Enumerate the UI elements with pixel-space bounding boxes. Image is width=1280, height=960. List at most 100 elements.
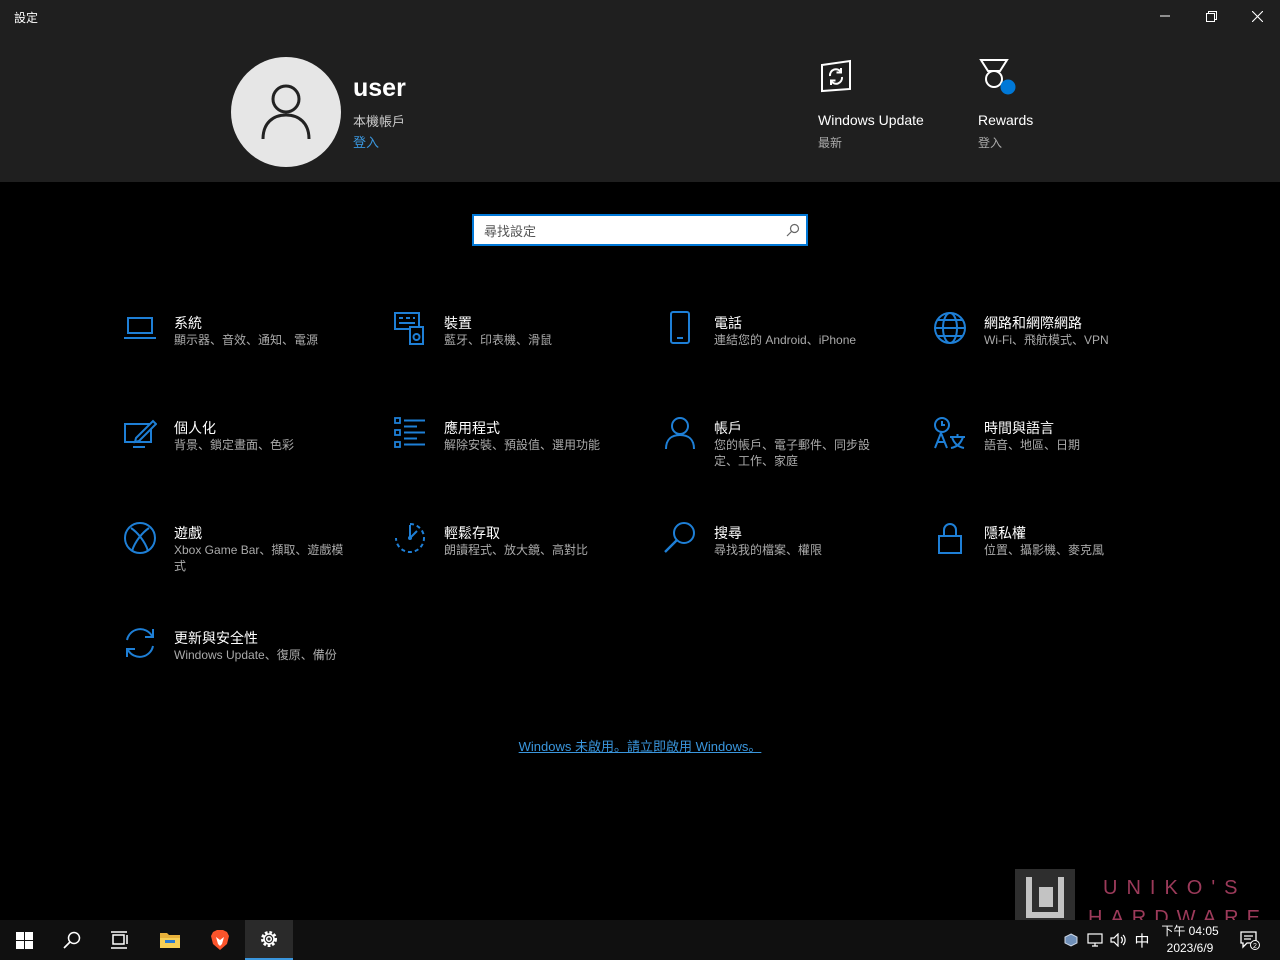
account-header: user 本機帳戶 登入 Windows Update 最新 Rewards 登… [0, 32, 1280, 182]
category-description: 顯示器、音效、通知、電源 [174, 333, 319, 347]
task-view-button[interactable] [96, 920, 144, 960]
windows-logo-icon [15, 931, 33, 949]
category-name: 裝置 [444, 315, 472, 331]
search-icon [786, 223, 800, 237]
account-name: user [353, 74, 406, 102]
ime-indicator[interactable]: 中 [1131, 920, 1153, 960]
taskbar-clock[interactable]: 下午 04:05 2023/6/9 [1152, 923, 1228, 957]
windows-update-status: 最新 [818, 136, 843, 150]
category-update-security[interactable]: 更新與安全性 Windows Update、復原、備份 [123, 626, 373, 696]
notification-icon: 2 [1240, 931, 1260, 950]
category-description: 位置、攝影機、麥克風 [984, 543, 1105, 557]
clock-time: 下午 04:05 [1161, 924, 1219, 938]
category-apps[interactable]: 應用程式 解除安裝、預設值、選用功能 [393, 416, 643, 486]
notification-count: 2 [1253, 943, 1257, 950]
volume-tray-icon[interactable] [1108, 920, 1130, 960]
activation-notice: Windows 未啟用。請立即啟用 Windows。 [0, 736, 1280, 756]
close-button[interactable] [1234, 0, 1280, 32]
file-explorer-button[interactable] [146, 920, 194, 960]
close-icon [1251, 10, 1263, 22]
windows-update-quicklink[interactable]: Windows Update 最新 [818, 57, 958, 150]
sync-icon [126, 628, 154, 658]
task-view-icon [111, 931, 128, 949]
window-title: 設定 [14, 11, 39, 25]
category-personalization[interactable]: 個人化 背景、鎖定畫面、色彩 [123, 416, 373, 486]
category-search[interactable]: 搜尋 尋找我的檔案、權限 [663, 521, 913, 591]
ease-of-access-icon [395, 523, 425, 553]
clock-date: 2023/6/9 [1166, 941, 1214, 955]
category-name: 電話 [714, 315, 742, 331]
globe-icon [934, 312, 966, 344]
activate-windows-link[interactable]: Windows 未啟用。請立即啟用 Windows。 [519, 739, 762, 754]
category-phone[interactable]: 電話 連結您的 Android、iPhone [663, 311, 913, 381]
watermark-line1: UNIKO'S [1103, 877, 1247, 899]
xbox-icon [124, 522, 156, 554]
person-icon [665, 417, 695, 450]
category-system[interactable]: 系統 顯示器、音效、通知、電源 [123, 311, 373, 381]
category-description: Windows Update、復原、備份 [174, 648, 337, 662]
time-language-icon [934, 417, 965, 449]
rewards-medal-icon [979, 59, 1016, 95]
settings-taskbar-button[interactable] [245, 920, 293, 960]
windows-update-label: Windows Update [818, 112, 924, 128]
minimize-icon [1160, 15, 1170, 17]
taskbar-search-button[interactable] [48, 920, 96, 960]
settings-search-box[interactable] [472, 214, 808, 246]
category-name: 系統 [174, 315, 202, 331]
category-name: 帳戶 [714, 420, 742, 436]
category-description: Xbox Game Bar、擷取、遊戲模式 [174, 543, 344, 573]
devices-icon [394, 312, 424, 345]
speaker-icon [1110, 933, 1126, 947]
category-accounts[interactable]: 帳戶 您的帳戶、電子郵件、同步設定、工作、家庭 [663, 416, 913, 486]
category-name: 搜尋 [714, 525, 742, 541]
laptop-icon [124, 317, 156, 339]
search-input[interactable] [482, 221, 776, 241]
category-ease-of-access[interactable]: 輕鬆存取 朗讀程式、放大鏡、高對比 [393, 521, 643, 591]
rewards-quicklink[interactable]: Rewards 登入 [978, 57, 1118, 150]
rewards-status: 登入 [978, 136, 1003, 150]
category-description: 朗讀程式、放大鏡、高對比 [444, 543, 589, 557]
category-description: 語音、地區、日期 [984, 438, 1081, 452]
taskbar: 中 下午 04:05 2023/6/9 2 [0, 920, 1280, 960]
category-time-language[interactable]: 時間與語言 語音、地區、日期 [933, 416, 1183, 486]
search-icon [664, 522, 695, 553]
signin-link[interactable]: 登入 [353, 132, 379, 151]
category-name: 網路和網際網路 [984, 315, 1082, 331]
virtualbox-tray-icon [1064, 933, 1078, 947]
network-icon [1087, 933, 1103, 947]
windows-update-icon [821, 59, 851, 93]
network-tray-icon[interactable] [1084, 920, 1106, 960]
category-description: 背景、鎖定畫面、色彩 [174, 438, 295, 452]
account-type: 本機帳戶 [353, 114, 406, 129]
start-button[interactable] [0, 920, 48, 960]
brave-lion-icon [211, 930, 229, 950]
brave-browser-button[interactable] [196, 920, 244, 960]
gear-icon [261, 931, 277, 947]
category-description: 連結您的 Android、iPhone [714, 333, 857, 347]
title-bar: 設定 [0, 0, 1280, 32]
avatar[interactable] [231, 57, 341, 167]
action-center-button[interactable]: 2 [1234, 920, 1266, 960]
category-name: 更新與安全性 [174, 630, 258, 646]
category-name: 遊戲 [174, 525, 202, 541]
category-network[interactable]: 網路和網際網路 Wi-Fi、飛航模式、VPN [933, 311, 1183, 381]
category-name: 應用程式 [444, 420, 500, 436]
category-name: 時間與語言 [984, 420, 1054, 436]
category-name: 輕鬆存取 [444, 525, 500, 541]
category-description: Wi-Fi、飛航模式、VPN [984, 333, 1109, 347]
category-gaming[interactable]: 遊戲 Xbox Game Bar、擷取、遊戲模式 [123, 521, 373, 591]
minimize-button[interactable] [1142, 0, 1188, 32]
category-description: 藍牙、印表機、滑鼠 [444, 333, 553, 347]
category-description: 解除安裝、預設值、選用功能 [444, 438, 601, 452]
phone-icon [670, 311, 690, 344]
category-privacy[interactable]: 隱私權 位置、攝影機、麥克風 [933, 521, 1183, 591]
category-name: 個人化 [174, 420, 216, 436]
search-icon [63, 931, 81, 949]
restore-button[interactable] [1188, 0, 1234, 32]
category-devices[interactable]: 裝置 藍牙、印表機、滑鼠 [393, 311, 643, 381]
tray-app-icon[interactable] [1060, 920, 1082, 960]
rewards-label: Rewards [978, 112, 1034, 128]
apps-list-icon [394, 417, 425, 448]
folder-icon [160, 933, 180, 948]
lock-icon [938, 523, 962, 554]
